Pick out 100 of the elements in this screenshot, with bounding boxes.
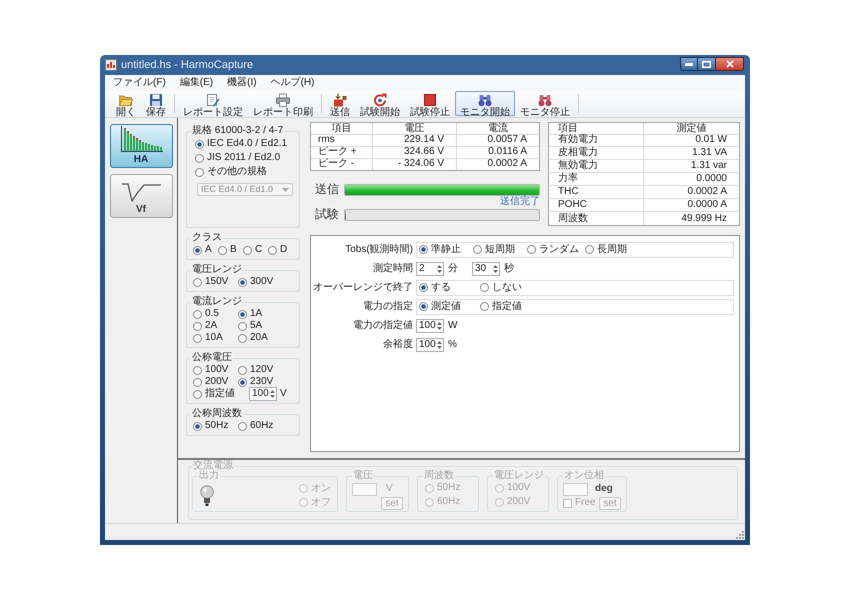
spinner-arrows-icon — [492, 262, 499, 274]
column-header: 測定値 — [644, 123, 739, 135]
close-button[interactable] — [716, 57, 744, 71]
radio-button[interactable]: 指定値 — [193, 388, 235, 400]
radio-button[interactable]: その他の規格 — [195, 166, 267, 178]
spinner-arrows-icon — [269, 388, 276, 400]
group-title: クラス — [191, 232, 223, 244]
box-arrow-icon — [333, 93, 347, 107]
radio-button[interactable]: 150V — [193, 276, 228, 288]
radio-button[interactable]: 230V — [238, 376, 274, 388]
table-cell: 皮相電力 — [549, 147, 644, 160]
menu-item[interactable]: 編集(E) — [180, 77, 214, 89]
radio-button[interactable]: 短周期 — [473, 244, 515, 256]
table-cell: 0.0057 A — [457, 134, 539, 147]
window-title: untitled.hs - HarmoCapture — [121, 58, 254, 72]
number-spinner[interactable]: 100 — [249, 387, 277, 401]
radio-button[interactable]: B — [218, 244, 237, 256]
group-title: 規格 61000-3-2 / 4-7 — [191, 125, 284, 137]
radio-button[interactable]: D — [268, 244, 288, 256]
radio-button[interactable]: しない — [480, 282, 522, 294]
minimize-icon — [685, 62, 693, 66]
stop-icon — [423, 93, 437, 107]
radio-button[interactable]: 20A — [238, 332, 268, 344]
number-spinner[interactable]: 30 — [472, 262, 500, 276]
mode-button[interactable]: Vf — [110, 174, 172, 218]
caret-icon — [282, 188, 289, 192]
toolbar-button[interactable]: 開く — [111, 91, 141, 116]
number-spinner[interactable]: 100 — [416, 318, 444, 332]
radio-button[interactable]: 測定値 — [419, 300, 461, 312]
spinner-arrows-icon — [436, 338, 443, 350]
radio-button[interactable]: C — [243, 244, 262, 256]
table-cell: - 324.06 V — [373, 158, 457, 170]
circular-arrow-icon — [373, 93, 387, 107]
printer-icon — [276, 93, 290, 107]
radio-button[interactable]: A — [193, 244, 212, 256]
radio-button[interactable]: 50Hz — [193, 420, 228, 432]
toolbar-button[interactable]: 保存 — [141, 91, 171, 116]
radio-button[interactable]: 1A — [238, 308, 262, 320]
maximize-button[interactable] — [698, 57, 716, 71]
number-spinner[interactable]: 100 — [416, 338, 444, 352]
column-header: 電流 — [457, 123, 539, 135]
minimize-button[interactable] — [680, 57, 698, 71]
radio-button[interactable]: する — [419, 282, 451, 294]
toolbar-button[interactable]: レポート印刷 — [248, 91, 318, 116]
toolbar-button[interactable]: レポート設定 — [178, 91, 248, 116]
toolbar-button[interactable]: 試験開始 — [355, 91, 405, 116]
group-title: オン位相 — [563, 471, 605, 481]
radio-button[interactable]: 長周期 — [585, 244, 627, 256]
table-cell: 無効電力 — [549, 160, 644, 173]
group-title: 電圧レンジ — [191, 264, 243, 276]
toolbar-button[interactable]: モニタ開始 — [455, 91, 515, 116]
group-title: 電圧レンジ — [493, 471, 545, 481]
maximize-icon — [702, 60, 711, 68]
radio-button[interactable]: IEC Ed4.0 / Ed2.1 — [195, 138, 288, 150]
field-label: 電力の指定 — [362, 300, 413, 312]
radio-button[interactable]: 10A — [193, 332, 223, 344]
radio-button[interactable]: 60Hz — [238, 420, 274, 432]
app-icon — [105, 59, 117, 71]
radio-button[interactable]: 200V — [193, 376, 228, 388]
group-title: 交流電源 — [192, 461, 234, 471]
table-cell: ピーク - — [311, 158, 373, 170]
table-cell-text: 49.999 Hz — [680, 212, 728, 225]
progress-label: 試験 — [314, 208, 340, 221]
radio-button[interactable]: ランダム — [527, 244, 579, 256]
table-cell: 0.0000 — [644, 173, 739, 186]
unit-label: deg — [595, 483, 613, 495]
table-cell: 0.01 W — [644, 134, 739, 147]
unit-label: % — [448, 338, 457, 350]
unit-label: 秒 — [504, 262, 514, 274]
radio-button[interactable]: 300V — [238, 276, 274, 288]
radio-button[interactable]: 0.5 — [193, 308, 219, 320]
table-cell: 229.14 V — [373, 134, 457, 147]
menu-item[interactable]: 機器(I) — [227, 77, 257, 89]
toolbar-button[interactable]: 送信 — [325, 91, 355, 116]
radio-button[interactable]: 120V — [238, 364, 274, 376]
group-title: 電流レンジ — [191, 296, 243, 308]
table-cell: 有効電力 — [549, 134, 644, 147]
column-header: 項目 — [311, 123, 373, 135]
radio-button[interactable]: 指定値 — [480, 300, 522, 312]
status-text: 送信完了 — [500, 197, 540, 207]
table-cell: rms — [311, 134, 373, 147]
radio-button[interactable]: JIS 2011 / Ed2.0 — [195, 152, 280, 164]
table-cell: 1.31 var — [644, 160, 739, 173]
table-cell: 324.66 V — [373, 146, 457, 159]
number-spinner[interactable]: 2 — [416, 262, 444, 276]
document-pencil-icon — [206, 93, 220, 107]
radio-button[interactable]: 5A — [238, 320, 262, 332]
bar-chart-icon — [119, 125, 163, 152]
toolbar-button[interactable]: モニタ停止 — [515, 91, 575, 116]
radio-button[interactable]: 準静止 — [419, 244, 461, 256]
radio-button[interactable]: 2A — [193, 320, 218, 332]
table-cell: 0.0116 A — [457, 146, 539, 159]
mode-button[interactable]: HA — [110, 124, 172, 168]
group-title: 公称周波数 — [191, 408, 243, 420]
menu-item[interactable]: ヘルプ(H) — [270, 77, 314, 89]
toolbar-button[interactable]: 試験停止 — [405, 91, 455, 116]
unit-label: W — [448, 320, 458, 332]
radio-button[interactable]: 100V — [193, 364, 228, 376]
menu-item[interactable]: ファイル(F) — [113, 77, 166, 89]
field-label: 電力の指定値 — [352, 320, 413, 332]
